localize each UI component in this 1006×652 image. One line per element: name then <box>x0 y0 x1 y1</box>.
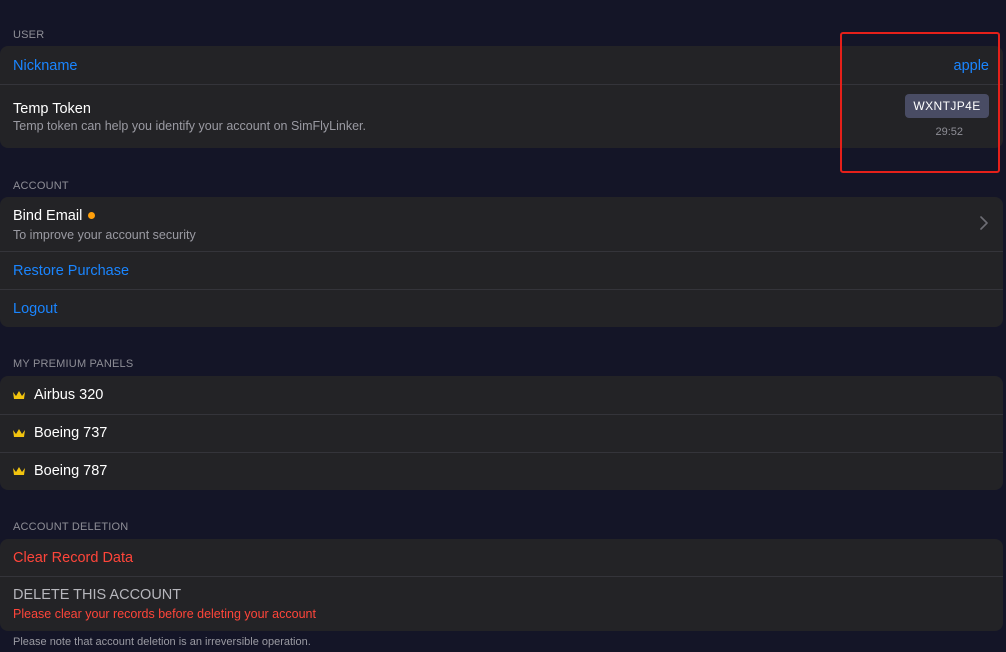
section-header-premium: MY PREMIUM PANELS <box>13 358 134 370</box>
restore-purchase-button[interactable]: Restore Purchase <box>13 263 129 279</box>
bind-email-title: Bind Email <box>13 208 83 224</box>
crown-icon <box>13 429 25 437</box>
section-header-user: USER <box>13 29 45 41</box>
premium-panel-label: Boeing 787 <box>34 463 108 479</box>
nickname-row[interactable]: Nickname apple <box>0 46 1003 84</box>
account-group: Bind Email To improve your account secur… <box>0 197 1003 327</box>
temp-token-title: Temp Token <box>13 101 91 117</box>
logout-row[interactable]: Logout <box>0 290 1003 327</box>
restore-purchase-row[interactable]: Restore Purchase <box>0 252 1003 289</box>
clear-record-row[interactable]: Clear Record Data <box>0 539 1003 576</box>
user-group: Nickname apple Temp Token Temp token can… <box>0 46 1003 148</box>
premium-panel-label: Airbus 320 <box>34 387 104 403</box>
bind-email-row[interactable]: Bind Email To improve your account secur… <box>0 197 1003 251</box>
crown-icon <box>13 467 25 475</box>
premium-panel-label: Boeing 737 <box>34 425 108 441</box>
delete-account-warning: Please clear your records before deletin… <box>13 607 316 621</box>
nickname-label[interactable]: Nickname <box>13 58 77 74</box>
premium-panels-group: Airbus 320 Boeing 737 Boeing 787 <box>0 376 1003 490</box>
logout-button[interactable]: Logout <box>13 301 57 317</box>
crown-icon <box>13 391 25 399</box>
nickname-value[interactable]: apple <box>954 58 989 74</box>
bind-email-description: To improve your account security <box>13 228 196 242</box>
temp-token-row: Temp Token Temp token can help you ident… <box>0 85 1003 148</box>
account-settings-page: USER Nickname apple Temp Token Temp toke… <box>0 0 1006 652</box>
section-header-account: ACCOUNT <box>13 180 69 192</box>
delete-account-row[interactable]: DELETE THIS ACCOUNT Please clear your re… <box>0 577 1003 631</box>
temp-token-description: Temp token can help you identify your ac… <box>13 119 366 133</box>
premium-panel-row[interactable]: Airbus 320 <box>0 376 1003 414</box>
section-header-deletion: ACCOUNT DELETION <box>13 521 129 533</box>
premium-panel-row[interactable]: Boeing 787 <box>0 453 1003 490</box>
deletion-group: Clear Record Data DELETE THIS ACCOUNT Pl… <box>0 539 1003 631</box>
orange-dot-badge <box>88 212 95 219</box>
deletion-footnote: Please note that account deletion is an … <box>13 636 311 648</box>
premium-panel-row[interactable]: Boeing 737 <box>0 415 1003 452</box>
chevron-right-icon <box>980 216 988 230</box>
temp-token-button[interactable]: WXNTJP4E <box>905 94 989 118</box>
token-countdown: 29:52 <box>935 126 963 138</box>
delete-account-title[interactable]: DELETE THIS ACCOUNT <box>13 587 181 603</box>
clear-record-button[interactable]: Clear Record Data <box>13 550 133 566</box>
